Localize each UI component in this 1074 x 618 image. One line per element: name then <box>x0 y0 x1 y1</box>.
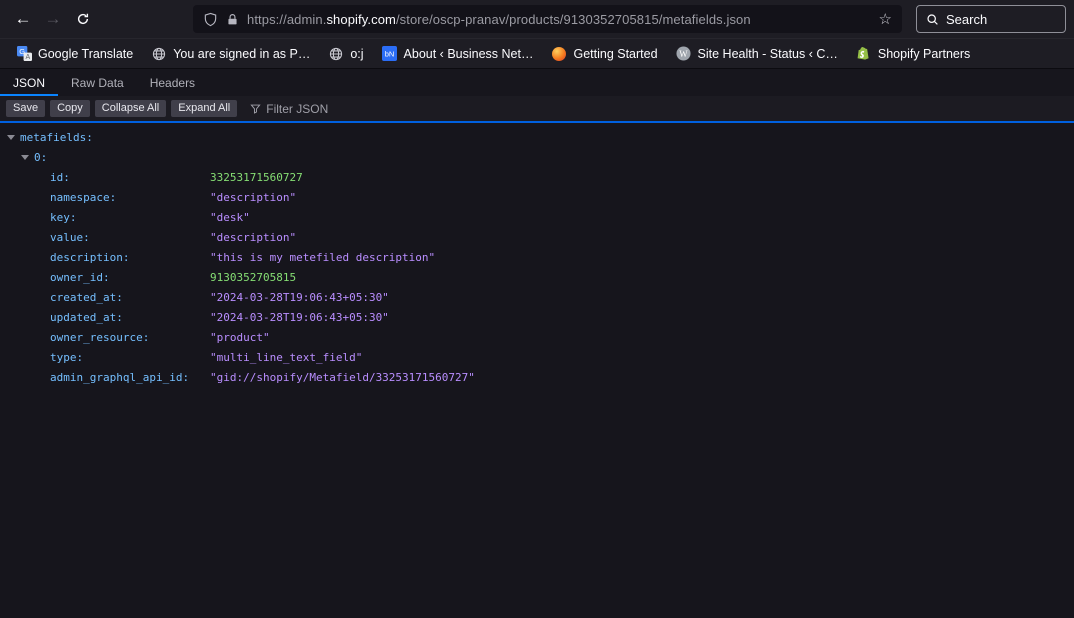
bookmark-label: Site Health - Status ‹ C… <box>698 47 838 61</box>
shield-icon[interactable] <box>203 12 218 27</box>
json-key: metafields: <box>20 131 93 144</box>
url-domain: shopify.com <box>326 12 396 27</box>
url-bar[interactable]: https://admin.shopify.com/store/oscp-pra… <box>193 5 902 33</box>
bookmark-star-icon[interactable]: ☆ <box>879 10 892 28</box>
json-key: 0: <box>34 151 47 164</box>
tab-json[interactable]: JSON <box>0 69 58 96</box>
json-value: "description" <box>210 231 296 244</box>
copy-button[interactable]: Copy <box>50 100 90 117</box>
svg-text:bN: bN <box>385 50 395 59</box>
filter-json-input[interactable] <box>266 102 386 116</box>
url-path: /store/oscp-pranav/products/913035270581… <box>396 12 751 27</box>
json-viewer-toolbar: Save Copy Collapse All Expand All <box>0 96 1074 121</box>
json-viewer-tabs: JSON Raw Data Headers <box>0 68 1074 96</box>
search-icon <box>926 13 939 26</box>
json-tree: metafields: 0: id: 33253171560727 namesp… <box>0 123 1074 618</box>
json-row-owner-id: owner_id: 9130352705815 <box>0 267 1074 287</box>
back-button[interactable]: ← <box>8 5 38 33</box>
json-key: id: <box>50 171 210 184</box>
forward-button[interactable]: → <box>38 5 68 33</box>
bookmark-label: About ‹ Business Net… <box>404 47 534 61</box>
save-button[interactable]: Save <box>6 100 45 117</box>
shopify-icon <box>856 46 872 62</box>
json-key: admin_graphql_api_id: <box>50 371 210 384</box>
json-row-updated-at: updated_at: "2024-03-28T19:06:43+05:30" <box>0 307 1074 327</box>
bookmarks-bar: G A Google Translate You are signed in a… <box>0 38 1074 68</box>
bookmark-getting-started[interactable]: Getting Started <box>543 43 665 65</box>
bookmark-label: You are signed in as P… <box>173 47 310 61</box>
json-node-metafields: metafields: <box>0 127 1074 147</box>
svg-text:A: A <box>25 54 30 61</box>
json-value: "multi_line_text_field" <box>210 351 362 364</box>
google-translate-icon: G A <box>16 46 32 62</box>
bookmark-label: Getting Started <box>573 47 657 61</box>
json-value: "this is my metefiled description" <box>210 251 435 264</box>
filter-group <box>250 102 386 116</box>
search-bar[interactable]: Search <box>916 5 1066 33</box>
json-key: namespace: <box>50 191 210 204</box>
json-key: created_at: <box>50 291 210 304</box>
bookmark-google-translate[interactable]: G A Google Translate <box>8 43 141 65</box>
tab-headers[interactable]: Headers <box>137 69 208 96</box>
json-row-key: key: "desk" <box>0 207 1074 227</box>
svg-text:W: W <box>679 49 688 59</box>
json-key: description: <box>50 251 210 264</box>
bookmark-business-net[interactable]: bN About ‹ Business Net… <box>374 43 542 65</box>
collapse-all-button[interactable]: Collapse All <box>95 100 166 117</box>
json-key: type: <box>50 351 210 364</box>
flame-icon <box>551 46 567 62</box>
expander-icon[interactable] <box>7 135 15 140</box>
json-value: "description" <box>210 191 296 204</box>
bookmark-shopify-partners[interactable]: Shopify Partners <box>848 43 978 65</box>
url-text: https://admin.shopify.com/store/oscp-pra… <box>247 12 871 27</box>
search-label: Search <box>946 12 987 27</box>
json-value: 33253171560727 <box>210 171 303 184</box>
json-value: "2024-03-28T19:06:43+05:30" <box>210 311 389 324</box>
json-value: "desk" <box>210 211 250 224</box>
url-prefix: https://admin. <box>247 12 326 27</box>
bookmark-oj[interactable]: o:j <box>320 43 371 65</box>
json-key: owner_id: <box>50 271 210 284</box>
json-row-type: type: "multi_line_text_field" <box>0 347 1074 367</box>
filter-icon <box>250 103 261 114</box>
globe-icon <box>328 46 344 62</box>
json-key: owner_resource: <box>50 331 210 344</box>
reload-button[interactable] <box>68 5 98 33</box>
browser-navbar: ← → https://admin.shopify.com/store/oscp… <box>0 0 1074 38</box>
json-row-created-at: created_at: "2024-03-28T19:06:43+05:30" <box>0 287 1074 307</box>
json-row-id: id: 33253171560727 <box>0 167 1074 187</box>
json-row-owner-resource: owner_resource: "product" <box>0 327 1074 347</box>
json-row-namespace: namespace: "description" <box>0 187 1074 207</box>
json-value: "2024-03-28T19:06:43+05:30" <box>210 291 389 304</box>
json-key: key: <box>50 211 210 224</box>
reload-icon <box>76 12 90 26</box>
bookmark-label: Google Translate <box>38 47 133 61</box>
json-row-value: value: "description" <box>0 227 1074 247</box>
bookmark-site-health[interactable]: W Site Health - Status ‹ C… <box>668 43 846 65</box>
expand-all-button[interactable]: Expand All <box>171 100 237 117</box>
expander-icon[interactable] <box>21 155 29 160</box>
tab-raw-data[interactable]: Raw Data <box>58 69 137 96</box>
json-key: updated_at: <box>50 311 210 324</box>
json-row-admin-graphql-api-id: admin_graphql_api_id: "gid://shopify/Met… <box>0 367 1074 387</box>
json-value: "product" <box>210 331 270 344</box>
wordpress-icon: W <box>676 46 692 62</box>
json-row-description: description: "this is my metefiled descr… <box>0 247 1074 267</box>
bookmark-label: Shopify Partners <box>878 47 970 61</box>
json-value: 9130352705815 <box>210 271 296 284</box>
json-node-0: 0: <box>0 147 1074 167</box>
bookmark-label: o:j <box>350 47 363 61</box>
json-key: value: <box>50 231 210 244</box>
lock-icon[interactable] <box>226 13 239 26</box>
business-net-icon: bN <box>382 46 398 62</box>
bookmark-signed-in[interactable]: You are signed in as P… <box>143 43 318 65</box>
json-value: "gid://shopify/Metafield/33253171560727" <box>210 371 475 384</box>
globe-icon <box>151 46 167 62</box>
